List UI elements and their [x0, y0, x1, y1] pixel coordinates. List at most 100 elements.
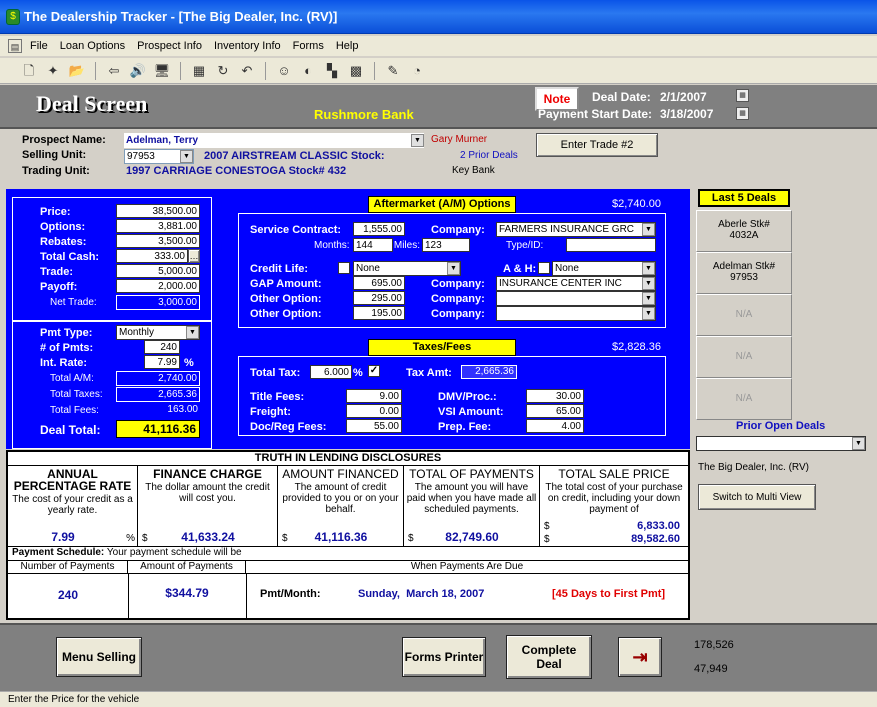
other-option-1-input[interactable]: 295.00 — [353, 291, 405, 305]
pmt-month-label: Pmt/Month: — [260, 588, 321, 600]
document-icon[interactable]: ▤ — [8, 39, 22, 53]
menu-selling-button[interactable]: Menu Selling — [56, 637, 142, 677]
total-cash-input[interactable]: 333.00 — [116, 249, 188, 263]
gap-input[interactable]: 695.00 — [353, 276, 405, 290]
ah-checkbox[interactable] — [538, 262, 550, 274]
new-icon[interactable]: 🗋 — [20, 62, 38, 80]
toolbar-separator — [374, 61, 375, 80]
globe-icon[interactable]: ◐ — [299, 62, 317, 80]
num-payments-input[interactable]: 240 — [144, 340, 180, 354]
type-id-input[interactable] — [566, 238, 656, 252]
payment-schedule-label: Payment Schedule: — [12, 547, 105, 558]
dollar-sign: $ — [544, 521, 550, 532]
undo-icon[interactable]: ↶ — [238, 62, 256, 80]
speaker-icon[interactable]: 🔊 — [129, 62, 147, 80]
ah-select[interactable]: None ▼ — [552, 261, 656, 276]
interest-rate-label: Int. Rate: — [40, 357, 88, 369]
chevron-down-icon[interactable]: ▼ — [642, 262, 655, 275]
total-sale-price-value: 89,582.60 — [631, 533, 680, 545]
chevron-down-icon[interactable]: ▼ — [852, 437, 865, 450]
menu-file[interactable]: File — [30, 40, 48, 52]
last-deal-5[interactable]: N/A — [696, 378, 792, 420]
open-icon[interactable]: 📂 — [68, 62, 86, 80]
freight-input[interactable]: 0.00 — [346, 404, 402, 418]
dmv-proc-input[interactable]: 30.00 — [526, 389, 584, 403]
gap-company-select[interactable]: INSURANCE CENTER INC ▼ — [496, 276, 656, 291]
menu-help[interactable]: Help — [336, 40, 359, 52]
calendar-icon[interactable]: ▦ — [736, 107, 749, 120]
wizard-icon[interactable]: ✦ — [44, 62, 62, 80]
selling-unit-select[interactable]: 97953 ▼ — [124, 149, 194, 164]
credit-life-label: Credit Life: — [250, 263, 309, 275]
chevron-down-icon[interactable]: ▼ — [642, 277, 655, 290]
chevron-down-icon[interactable]: ▼ — [642, 307, 655, 320]
credit-life-checkbox[interactable] — [338, 262, 350, 274]
menu-loan-options[interactable]: Loan Options — [60, 40, 125, 52]
service-company-select[interactable]: FARMERS INSURANCE GRC ▼ — [496, 222, 656, 237]
deal-date-value[interactable]: 2/1/2007 — [660, 90, 707, 104]
last-deal-2[interactable]: Adelman Stk# 97953 — [696, 252, 792, 294]
exit-door-icon[interactable]: ⇥ — [618, 637, 662, 677]
prep-fee-input[interactable]: 4.00 — [526, 419, 584, 433]
back-icon[interactable]: ⇦ — [105, 62, 123, 80]
edit-icon[interactable]: ✎ — [384, 62, 402, 80]
last-deal-1[interactable]: Aberle Stk# 4032A — [696, 210, 792, 252]
last-deal-3[interactable]: N/A — [696, 294, 792, 336]
chevron-down-icon[interactable]: ▼ — [186, 326, 199, 339]
payment-type-select[interactable]: Monthly ▼ — [116, 325, 200, 340]
selling-unit-value: 97953 — [127, 151, 155, 162]
grid-icon[interactable]: ▩ — [347, 62, 365, 80]
prior-open-deals-select[interactable]: ▼ — [696, 436, 866, 451]
other-option-2-input[interactable]: 195.00 — [353, 306, 405, 320]
palette-icon[interactable]: ◔ — [408, 62, 426, 80]
computer-icon[interactable]: 🖥 — [153, 62, 171, 80]
rebates-input[interactable]: 3,500.00 — [116, 234, 200, 248]
chevron-down-icon[interactable]: ▼ — [411, 134, 424, 147]
chevron-down-icon[interactable]: ▼ — [180, 150, 193, 163]
title-fees-input[interactable]: 9.00 — [346, 389, 402, 403]
menu-forms[interactable]: Forms — [293, 40, 324, 52]
payment-start-value[interactable]: 3/18/2007 — [660, 107, 713, 121]
prior-deals-link[interactable]: 2 Prior Deals — [460, 150, 518, 161]
trade-input[interactable]: 5,000.00 — [116, 264, 200, 278]
price-input[interactable]: 38,500.00 — [116, 204, 200, 218]
interest-rate-input[interactable]: 7.99 — [144, 355, 180, 369]
other-1-company-select[interactable]: ▼ — [496, 291, 656, 306]
total-sale-price-column: TOTAL SALE PRICE The total cost of your … — [540, 466, 688, 546]
options-input[interactable]: 3,881.00 — [116, 219, 200, 233]
refresh-icon[interactable]: ↻ — [214, 62, 232, 80]
vsi-amount-input[interactable]: 65.00 — [526, 404, 584, 418]
chevron-down-icon[interactable]: ▼ — [642, 292, 655, 305]
menu-prospect-info[interactable]: Prospect Info — [137, 40, 202, 52]
last-deal-4[interactable]: N/A — [696, 336, 792, 378]
tax-amount-label: Tax Amt: — [406, 367, 452, 379]
complete-deal-button[interactable]: Complete Deal — [506, 635, 592, 679]
prospect-name-select[interactable]: Adelman, Terry ▼ — [124, 133, 424, 148]
chevron-down-icon[interactable]: ▼ — [447, 262, 460, 275]
service-contract-input[interactable]: 1,555.00 — [353, 222, 405, 236]
app-icon[interactable]: $ — [6, 9, 20, 25]
calendar-icon[interactable]: ▦ — [736, 89, 749, 102]
miles-label: Miles: — [393, 240, 420, 251]
credit-life-select[interactable]: None ▼ — [353, 261, 461, 276]
calculator-icon[interactable]: ▦ — [190, 62, 208, 80]
tax-checkbox[interactable]: ✓ — [368, 365, 380, 377]
total-payments-column: TOTAL OF PAYMENTS The amount you will ha… — [404, 466, 540, 546]
chart-icon[interactable]: ▚ — [323, 62, 341, 80]
miles-input[interactable]: 123 — [422, 238, 470, 252]
tax-rate-input[interactable]: 6.000 — [310, 365, 352, 379]
col-when-due: When Payments Are Due — [410, 561, 524, 572]
payoff-input[interactable]: 2,000.00 — [116, 279, 200, 293]
chevron-down-icon[interactable]: ▼ — [642, 223, 655, 236]
amount-financed-heading: AMOUNT FINANCED — [282, 467, 399, 481]
enter-trade-button[interactable]: Enter Trade #2 — [536, 133, 658, 157]
people-icon[interactable]: ☺ — [275, 62, 293, 80]
months-input[interactable]: 144 — [353, 238, 393, 252]
doc-reg-fees-input[interactable]: 55.00 — [346, 419, 402, 433]
cash-detail-button[interactable]: … — [188, 249, 200, 263]
menu-inventory-info[interactable]: Inventory Info — [214, 40, 281, 52]
switch-multi-view-button[interactable]: Switch to Multi View — [698, 484, 816, 510]
other-2-company-select[interactable]: ▼ — [496, 306, 656, 321]
total-fees-label: Total Fees: — [50, 405, 99, 416]
forms-printer-button[interactable]: Forms Printer — [402, 637, 486, 677]
